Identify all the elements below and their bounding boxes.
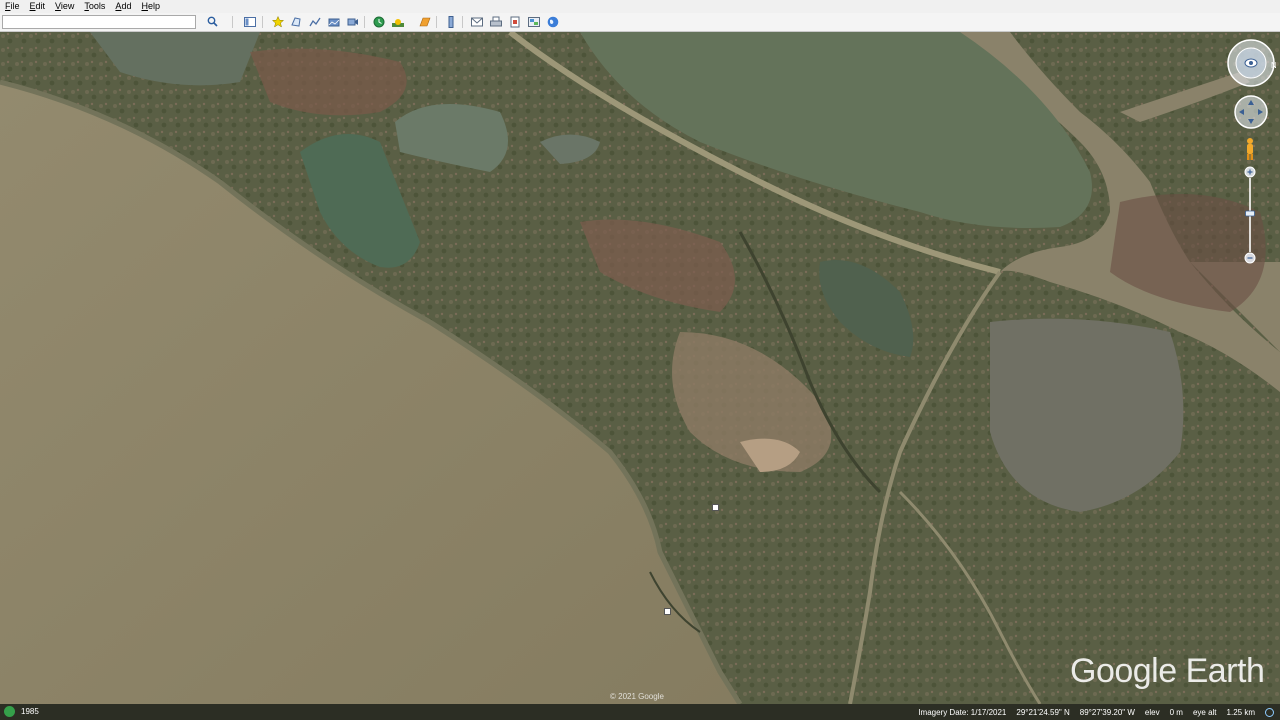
- latitude: 29°21'24.59" N: [1016, 708, 1070, 717]
- historical-imagery-icon[interactable]: [371, 15, 386, 28]
- toolbar-separator: [232, 16, 233, 28]
- elevation-label: elev: [1144, 708, 1160, 717]
- toolbar: [0, 13, 1280, 32]
- ruler-icon[interactable]: [443, 15, 458, 28]
- look-around-control[interactable]: N: [1226, 38, 1276, 88]
- menu-tools[interactable]: Tools: [79, 0, 110, 13]
- map-marker[interactable]: [664, 608, 671, 615]
- zoom-slider[interactable]: [1244, 166, 1256, 264]
- sidebar-icon[interactable]: [242, 15, 257, 28]
- path-icon[interactable]: [307, 15, 322, 28]
- menu-add[interactable]: Add: [110, 0, 136, 13]
- menu-file[interactable]: File: [0, 0, 25, 13]
- svg-text:N: N: [1271, 61, 1276, 70]
- record-tour-icon[interactable]: [345, 15, 360, 28]
- status-bar: 1985 Imagery Date: 1/17/2021 29°21'24.59…: [0, 704, 1280, 720]
- image-overlay-icon[interactable]: [326, 15, 341, 28]
- streaming-icon: [1265, 708, 1274, 717]
- satellite-imagery: [0, 32, 1280, 704]
- watermark-text: Google Earth: [1070, 652, 1264, 690]
- menu-bar: File Edit View Tools Add Help: [0, 0, 1280, 13]
- eye-alt-value: 1.25 km: [1226, 708, 1255, 717]
- menu-help[interactable]: Help: [136, 0, 165, 13]
- google-earth-logo: Google Earth: [1070, 652, 1265, 690]
- search-icon[interactable]: [205, 15, 220, 28]
- menu-edit[interactable]: Edit: [25, 0, 51, 13]
- map-view[interactable]: © 2021 Google: [0, 32, 1280, 704]
- copyright-text: © 2021 Google: [610, 692, 664, 701]
- map-marker[interactable]: [712, 504, 719, 511]
- street-view-pegman-icon[interactable]: [1243, 137, 1257, 161]
- menu-view[interactable]: View: [50, 0, 79, 13]
- historical-slider-icon[interactable]: [4, 706, 15, 717]
- print-icon[interactable]: [488, 15, 503, 28]
- planets-icon[interactable]: [417, 15, 432, 28]
- toolbar-separator: [364, 16, 365, 28]
- polygon-icon[interactable]: [288, 15, 303, 28]
- email-icon[interactable]: [469, 15, 484, 28]
- maps-icon[interactable]: [526, 15, 541, 28]
- sunlight-icon[interactable]: [390, 15, 405, 28]
- toolbar-separator: [462, 16, 463, 28]
- save-image-icon[interactable]: [507, 15, 522, 28]
- move-control[interactable]: [1233, 94, 1269, 130]
- placemark-icon[interactable]: [270, 15, 285, 28]
- earth-icon[interactable]: [545, 15, 560, 28]
- toolbar-separator: [262, 16, 263, 28]
- longitude: 89°27'39.20" W: [1079, 708, 1135, 717]
- eye-alt-label: eye alt: [1192, 708, 1217, 717]
- toolbar-separator: [436, 16, 437, 28]
- elevation-value: 0 m: [1169, 708, 1183, 717]
- search-input[interactable]: [2, 15, 196, 29]
- imagery-date: Imagery Date: 1/17/2021: [918, 708, 1007, 717]
- imagery-year: 1985: [21, 707, 39, 716]
